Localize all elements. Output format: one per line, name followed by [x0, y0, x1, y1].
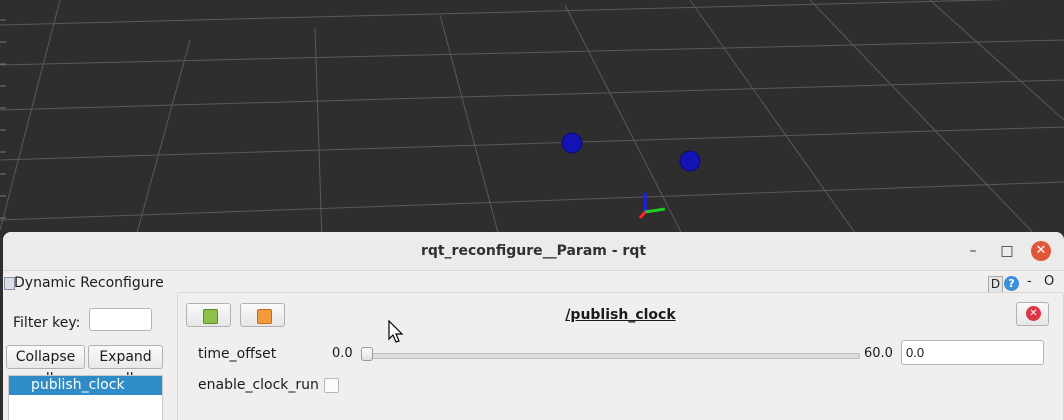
slider-max-value: 60.0 — [864, 346, 893, 361]
rqt-window: rqt_reconfigure__Param - rqt – □ ✕ Dynam… — [3, 232, 1064, 420]
marker-sphere-2 — [679, 150, 701, 172]
tree-item-publish-clock[interactable]: publish_clock — [9, 376, 162, 395]
mouse-cursor-icon — [388, 320, 404, 343]
enable-clock-run-label: enable_clock_run — [198, 377, 319, 393]
time-offset-input[interactable] — [901, 340, 1044, 365]
plugin-minimize-button[interactable]: - — [1027, 274, 1032, 289]
maximize-button[interactable]: □ — [997, 241, 1017, 261]
window-title: rqt_reconfigure__Param - rqt — [420, 243, 647, 259]
plugin-title: Dynamic Reconfigure — [14, 275, 164, 291]
collapse-all-button[interactable]: Collapse all — [6, 345, 85, 387]
title-bar[interactable]: rqt_reconfigure__Param - rqt – □ ✕ — [3, 232, 1064, 271]
grid-scene — [0, 0, 1064, 240]
close-node-button[interactable]: ✕ — [1016, 302, 1049, 326]
node-tree[interactable]: publish_clock — [8, 375, 163, 420]
tree-item-label: publish_clock — [31, 377, 125, 393]
close-window-button[interactable]: ✕ — [1031, 241, 1051, 261]
plugin-close-button[interactable]: O — [1044, 274, 1054, 289]
slider-min-value: 0.0 — [332, 346, 353, 361]
minimize-button[interactable]: – — [963, 241, 983, 261]
expand-all-button[interactable]: Expand all — [88, 345, 163, 387]
plugin-dock-button[interactable]: D — [988, 276, 1003, 293]
close-icon: ✕ — [1026, 306, 1041, 321]
slider-handle[interactable] — [361, 347, 373, 361]
filter-key-input[interactable] — [89, 308, 152, 331]
node-name-title: /publish_clock — [565, 307, 676, 323]
rviz-3d-viewport[interactable] — [0, 0, 1064, 240]
param-editor-panel: /publish_clock ✕ time_offset 0.0 60.0 en… — [177, 292, 1064, 420]
filter-key-label: Filter key: — [13, 315, 81, 331]
marker-sphere-1 — [561, 132, 583, 154]
time-offset-slider[interactable] — [362, 353, 860, 359]
help-icon[interactable]: ? — [1004, 276, 1019, 291]
enable-clock-run-checkbox[interactable] — [324, 378, 339, 393]
time-offset-label: time_offset — [198, 346, 277, 362]
left-panel: Filter key: Collapse all Expand all publ… — [3, 295, 169, 420]
